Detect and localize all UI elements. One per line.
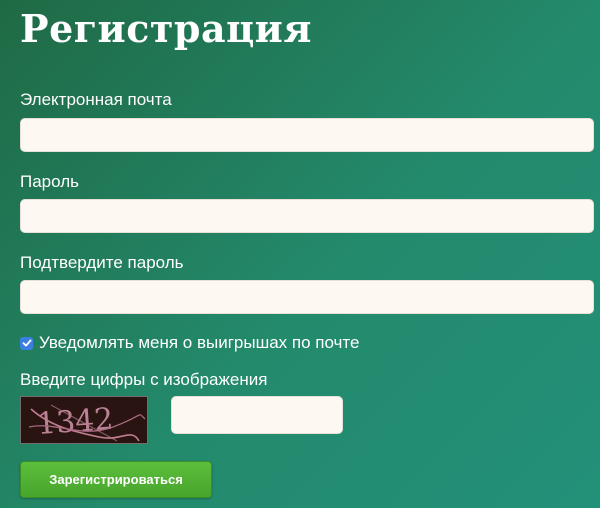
notify-label: Уведомлять меня о выигрышах по почте	[39, 333, 360, 352]
confirm-password-label: Подтвердите пароль	[20, 253, 184, 272]
captcha-digits: 1342	[36, 402, 115, 442]
checkmark-icon	[22, 339, 31, 347]
password-field[interactable]	[20, 199, 594, 233]
register-button[interactable]: Зарегистрироваться	[20, 461, 212, 498]
password-label: Пароль	[20, 172, 79, 191]
email-label: Электронная почта	[20, 90, 172, 109]
captcha-graphic: 1342	[28, 402, 146, 442]
email-field[interactable]	[20, 118, 594, 152]
notify-checkbox[interactable]	[20, 336, 33, 350]
captcha-input[interactable]	[171, 396, 343, 434]
confirm-password-field[interactable]	[20, 280, 594, 314]
captcha-image: 1342	[20, 396, 148, 444]
captcha-label: Введите цифры с изображения	[20, 370, 268, 389]
page-title: Регистрация	[20, 6, 312, 51]
notify-option[interactable]: Уведомлять меня о выигрышах по почте	[20, 333, 359, 353]
register-button-label: Зарегистрироваться	[49, 472, 183, 487]
